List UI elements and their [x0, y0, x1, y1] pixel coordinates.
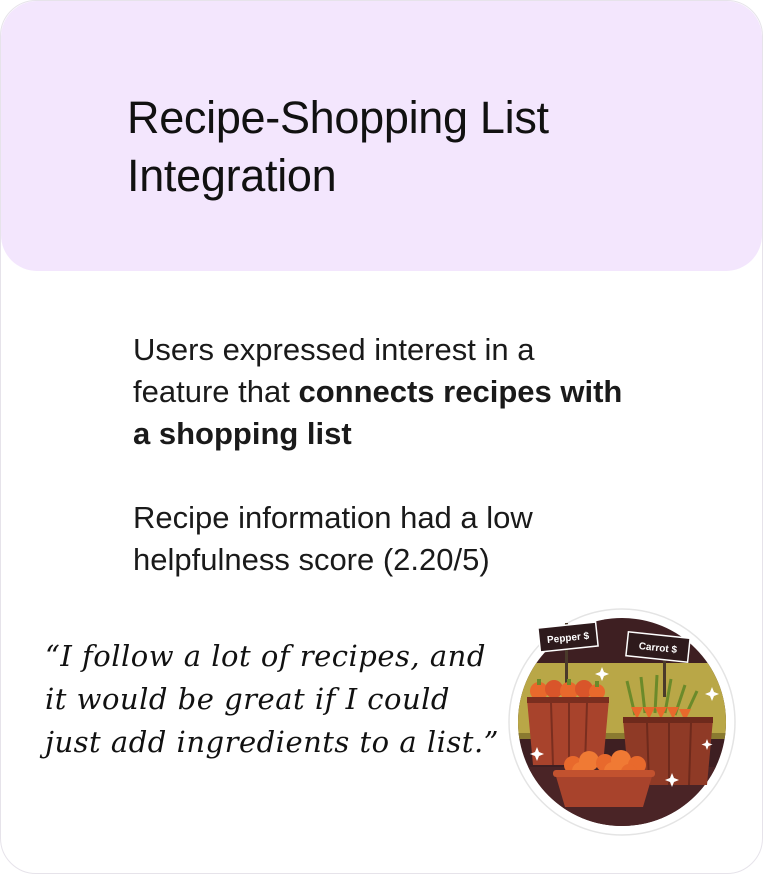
- user-quote: “I follow a lot of recipes, and it would…: [45, 639, 500, 759]
- card-header: Recipe-Shopping List Integration: [1, 1, 762, 271]
- market-stall-icon: Pepper $ Carrot $: [507, 607, 737, 837]
- orange-basket: [553, 750, 655, 807]
- card-title: Recipe-Shopping List Integration: [127, 92, 549, 201]
- insight-card: Recipe-Shopping List Integration Users e…: [0, 0, 763, 874]
- pepper-crate: [527, 679, 609, 766]
- market-stall-illustration: Pepper $ Carrot $: [508, 608, 736, 836]
- finding-helpfulness: Recipe information had a low helpfulness…: [133, 500, 533, 577]
- finding-interest: Users expressed interest in a feature th…: [133, 329, 633, 455]
